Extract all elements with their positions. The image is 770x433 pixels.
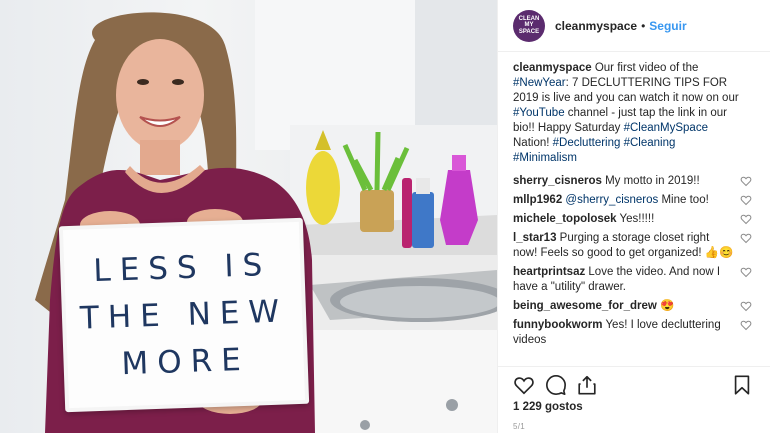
comment-item: funnybookworm Yes! I love decluttering v… xyxy=(513,318,758,348)
heart-outline-icon[interactable] xyxy=(740,175,752,187)
comment-text: My motto in 2019!! xyxy=(601,175,700,187)
sign-line-1: LESS IS xyxy=(92,246,272,289)
comment-item: sherry_cisneros My motto in 2019!! xyxy=(513,174,758,189)
comment-bubble-icon[interactable] xyxy=(545,374,567,396)
header-separator: • xyxy=(641,18,646,33)
post-actions-bar xyxy=(498,366,770,400)
share-upload-icon[interactable] xyxy=(576,374,598,396)
comment-username-link[interactable]: being_awesome_for_drew xyxy=(513,300,657,312)
hashtag-newyear[interactable]: #NewYear xyxy=(513,77,566,89)
heart-outline-icon[interactable] xyxy=(513,374,535,396)
post-sidebar: CLEAN MY SPACE cleanmyspace • Seguir cle… xyxy=(497,0,770,433)
comment-text: Yes!!!!! xyxy=(616,213,655,225)
comment-username-link[interactable]: l_star13 xyxy=(513,232,556,244)
header-username-link[interactable]: cleanmyspace xyxy=(555,19,637,33)
heart-outline-icon[interactable] xyxy=(740,213,752,225)
comment-username-link[interactable]: heartprintsaz xyxy=(513,266,585,278)
heart-outline-icon[interactable] xyxy=(740,300,752,312)
likes-count[interactable]: 1 229 gostos xyxy=(513,401,583,413)
hashtag-minimalism[interactable]: #Minimalism xyxy=(513,152,577,164)
caption-text-4: Nation! xyxy=(513,137,553,149)
comment-username-link[interactable]: mllp1962 xyxy=(513,194,562,206)
comment-text: Mine too! xyxy=(658,194,709,206)
comment-item: michele_topolosek Yes!!!!! xyxy=(513,212,758,227)
heart-outline-icon[interactable] xyxy=(740,266,752,278)
comment-username-link[interactable]: sherry_cisneros xyxy=(513,175,602,187)
instagram-post: LESS IS THE NEW MORE CLEAN MY SPACE clea… xyxy=(0,0,770,433)
post-photo: LESS IS THE NEW MORE xyxy=(0,0,497,433)
avatar-line-3: SPACE xyxy=(518,28,540,35)
sign-line-2: THE NEW xyxy=(79,292,289,337)
comment-item: being_awesome_for_drew 😍 xyxy=(513,299,758,314)
heart-outline-icon[interactable] xyxy=(740,319,752,331)
hashtag-cleanmyspace[interactable]: #CleanMySpace xyxy=(624,122,708,134)
comment-item: mllp1962 @sherry_cisneros Mine too! xyxy=(513,193,758,208)
post-header: CLEAN MY SPACE cleanmyspace • Seguir xyxy=(498,0,770,52)
hashtag-decluttering[interactable]: #Decluttering xyxy=(553,137,621,149)
comment-text: 😍 xyxy=(656,300,675,312)
caption-text-1: Our first video of the xyxy=(591,62,699,74)
sign-line-3: MORE xyxy=(120,341,251,382)
comment-mention-link[interactable]: @sherry_cisneros xyxy=(562,194,658,206)
comment-username-link[interactable]: michele_topolosek xyxy=(513,213,617,225)
avatar[interactable]: CLEAN MY SPACE xyxy=(513,9,545,42)
lightbox-sign: LESS IS THE NEW MORE xyxy=(58,217,310,413)
bookmark-icon[interactable] xyxy=(731,374,753,396)
follow-button[interactable]: Seguir xyxy=(649,19,686,33)
comments-section: cleanmyspace Our first video of the #New… xyxy=(513,61,758,352)
comment-item: l_star13 Purging a storage closet right … xyxy=(513,231,758,261)
post-date: 5/1 xyxy=(513,422,526,431)
post-caption: cleanmyspace Our first video of the #New… xyxy=(513,61,741,166)
caption-username-link[interactable]: cleanmyspace xyxy=(513,62,592,74)
comment-username-link[interactable]: funnybookworm xyxy=(513,319,602,331)
heart-outline-icon[interactable] xyxy=(740,194,752,206)
comment-item: heartprintsaz Love the video. And now I … xyxy=(513,265,758,295)
hashtag-youtube[interactable]: #YouTube xyxy=(513,107,565,119)
hashtag-cleaning[interactable]: #Cleaning xyxy=(624,137,676,149)
heart-outline-icon[interactable] xyxy=(740,232,752,244)
